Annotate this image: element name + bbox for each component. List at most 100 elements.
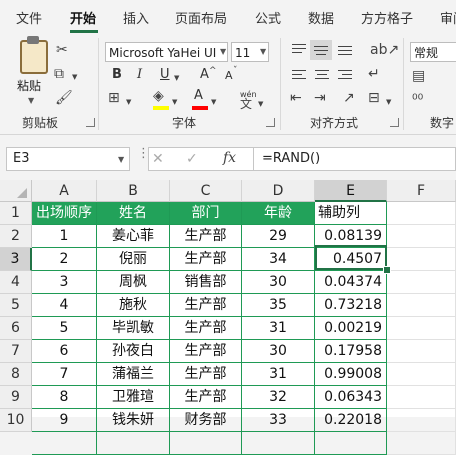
- underline-button[interactable]: U: [160, 66, 170, 84]
- name-box-dropdown-icon[interactable]: ▼: [118, 155, 124, 164]
- empty-cell[interactable]: [97, 432, 170, 455]
- borders-dropdown-icon[interactable]: ▼: [126, 94, 131, 110]
- table-cell-name[interactable]: 周枫: [97, 271, 170, 294]
- insert-function-button[interactable]: fx: [223, 150, 236, 166]
- increase-decimal-icon[interactable]: ⁰⁰: [412, 92, 423, 108]
- table-cell-age[interactable]: 34: [242, 248, 315, 271]
- table-cell-name[interactable]: 姜心菲: [97, 225, 170, 248]
- empty-cell[interactable]: [387, 363, 456, 386]
- underline-dropdown-icon[interactable]: ▼: [174, 70, 179, 86]
- table-cell-name[interactable]: 钱朱妍: [97, 409, 170, 432]
- formula-input[interactable]: =RAND(): [254, 147, 456, 171]
- merge-dropdown-icon[interactable]: ▼: [386, 94, 391, 110]
- table-cell-helper[interactable]: 0.22018: [315, 409, 387, 432]
- table-cell-order[interactable]: 6: [32, 340, 97, 363]
- fill-color-dropdown-icon[interactable]: ▼: [172, 94, 177, 110]
- table-cell-age[interactable]: 30: [242, 271, 315, 294]
- table-cell-order[interactable]: 8: [32, 386, 97, 409]
- table-cell-dept[interactable]: 生产部: [170, 340, 242, 363]
- table-cell-age[interactable]: 31: [242, 317, 315, 340]
- empty-cell[interactable]: [387, 409, 456, 432]
- decrease-indent-icon[interactable]: ⇤: [290, 90, 302, 106]
- table-header-cell[interactable]: 辅助列: [315, 202, 387, 225]
- table-cell-helper[interactable]: 0.00219: [315, 317, 387, 340]
- grow-font-button[interactable]: A: [200, 66, 209, 84]
- empty-cell[interactable]: [387, 271, 456, 294]
- table-cell-helper[interactable]: 0.73218: [315, 294, 387, 317]
- column-header-d[interactable]: D: [242, 180, 315, 202]
- table-cell-helper[interactable]: 0.04374: [315, 271, 387, 294]
- column-header-f[interactable]: F: [387, 180, 456, 202]
- table-cell-order[interactable]: 1: [32, 225, 97, 248]
- table-cell-order[interactable]: 7: [32, 363, 97, 386]
- row-header-2[interactable]: 2: [0, 225, 32, 248]
- table-cell-order[interactable]: 5: [32, 317, 97, 340]
- alignment-launcher-icon[interactable]: [390, 118, 399, 127]
- tab-data[interactable]: 数据: [308, 8, 334, 27]
- orientation-icon[interactable]: ↗: [343, 90, 355, 106]
- merge-center-icon[interactable]: ⊟: [368, 90, 380, 106]
- table-cell-order[interactable]: 2: [32, 248, 97, 271]
- table-cell-name[interactable]: 施秋: [97, 294, 170, 317]
- empty-cell[interactable]: [387, 317, 456, 340]
- empty-cell[interactable]: [32, 432, 97, 455]
- table-cell-dept[interactable]: 生产部: [170, 317, 242, 340]
- table-cell-dept[interactable]: 生产部: [170, 386, 242, 409]
- clipboard-launcher-icon[interactable]: [86, 118, 95, 127]
- row-header-8[interactable]: 8: [0, 363, 32, 386]
- cut-icon[interactable]: ✂: [56, 42, 68, 58]
- bold-button[interactable]: B: [112, 66, 122, 84]
- table-cell-order[interactable]: 9: [32, 409, 97, 432]
- fill-color-icon[interactable]: ◈: [153, 88, 164, 104]
- table-cell-helper[interactable]: 0.99008: [315, 363, 387, 386]
- borders-icon[interactable]: ⊞: [108, 90, 120, 106]
- table-cell-order[interactable]: 3: [32, 271, 97, 294]
- font-name-dropdown-icon[interactable]: ▼: [220, 47, 226, 56]
- empty-cell[interactable]: [387, 225, 456, 248]
- table-cell-name[interactable]: 倪丽: [97, 248, 170, 271]
- empty-cell[interactable]: [242, 432, 315, 455]
- paste-dropdown-icon[interactable]: ▼: [28, 96, 34, 105]
- font-size-dropdown-icon[interactable]: ▼: [260, 47, 266, 56]
- font-launcher-icon[interactable]: [266, 118, 275, 127]
- table-cell-age[interactable]: 31: [242, 363, 315, 386]
- fill-handle[interactable]: [383, 266, 391, 274]
- table-cell-dept[interactable]: 生产部: [170, 225, 242, 248]
- row-header-1[interactable]: 1: [0, 202, 32, 225]
- tab-review[interactable]: 审阅: [440, 8, 456, 27]
- font-name-box[interactable]: Microsoft YaHei UI: [105, 42, 228, 62]
- table-cell-dept[interactable]: 财务部: [170, 409, 242, 432]
- tab-page-layout[interactable]: 页面布局: [175, 8, 227, 27]
- table-cell-helper[interactable]: 0.17958: [315, 340, 387, 363]
- font-color-dropdown-icon[interactable]: ▼: [211, 94, 216, 110]
- table-cell-name[interactable]: 卫雅瑄: [97, 386, 170, 409]
- empty-cell[interactable]: [170, 432, 242, 455]
- paste-icon[interactable]: [20, 40, 48, 74]
- copy-icon[interactable]: ⧉: [54, 66, 64, 82]
- row-header-3[interactable]: 3: [0, 248, 32, 271]
- italic-button[interactable]: I: [137, 66, 142, 84]
- column-header-b[interactable]: B: [97, 180, 170, 202]
- tab-insert[interactable]: 插入: [123, 8, 149, 27]
- tab-fangfang[interactable]: 方方格子: [361, 8, 413, 27]
- increase-indent-icon[interactable]: ⇥: [314, 90, 326, 106]
- table-header-cell[interactable]: 年龄: [242, 202, 315, 225]
- table-header-cell[interactable]: 出场顺序: [32, 202, 97, 225]
- enter-icon[interactable]: ✓: [186, 151, 198, 167]
- row-header-9[interactable]: 9: [0, 386, 32, 409]
- table-cell-age[interactable]: 30: [242, 340, 315, 363]
- name-box[interactable]: E3: [6, 147, 130, 171]
- empty-cell[interactable]: [387, 340, 456, 363]
- empty-cell[interactable]: [315, 432, 387, 455]
- table-header-cell[interactable]: 姓名: [97, 202, 170, 225]
- row-header-4[interactable]: 4: [0, 271, 32, 294]
- column-header-e[interactable]: E: [315, 180, 387, 202]
- row-header-7[interactable]: 7: [0, 340, 32, 363]
- copy-dropdown-icon[interactable]: ▼: [72, 69, 77, 85]
- font-color-button[interactable]: A: [194, 87, 203, 105]
- table-cell-dept[interactable]: 生产部: [170, 248, 242, 271]
- table-cell-name[interactable]: 蒲福兰: [97, 363, 170, 386]
- format-painter-icon[interactable]: 🖌: [55, 90, 73, 106]
- wrap-text-icon[interactable]: ↵: [368, 66, 380, 82]
- table-cell-name[interactable]: 毕凯敏: [97, 317, 170, 340]
